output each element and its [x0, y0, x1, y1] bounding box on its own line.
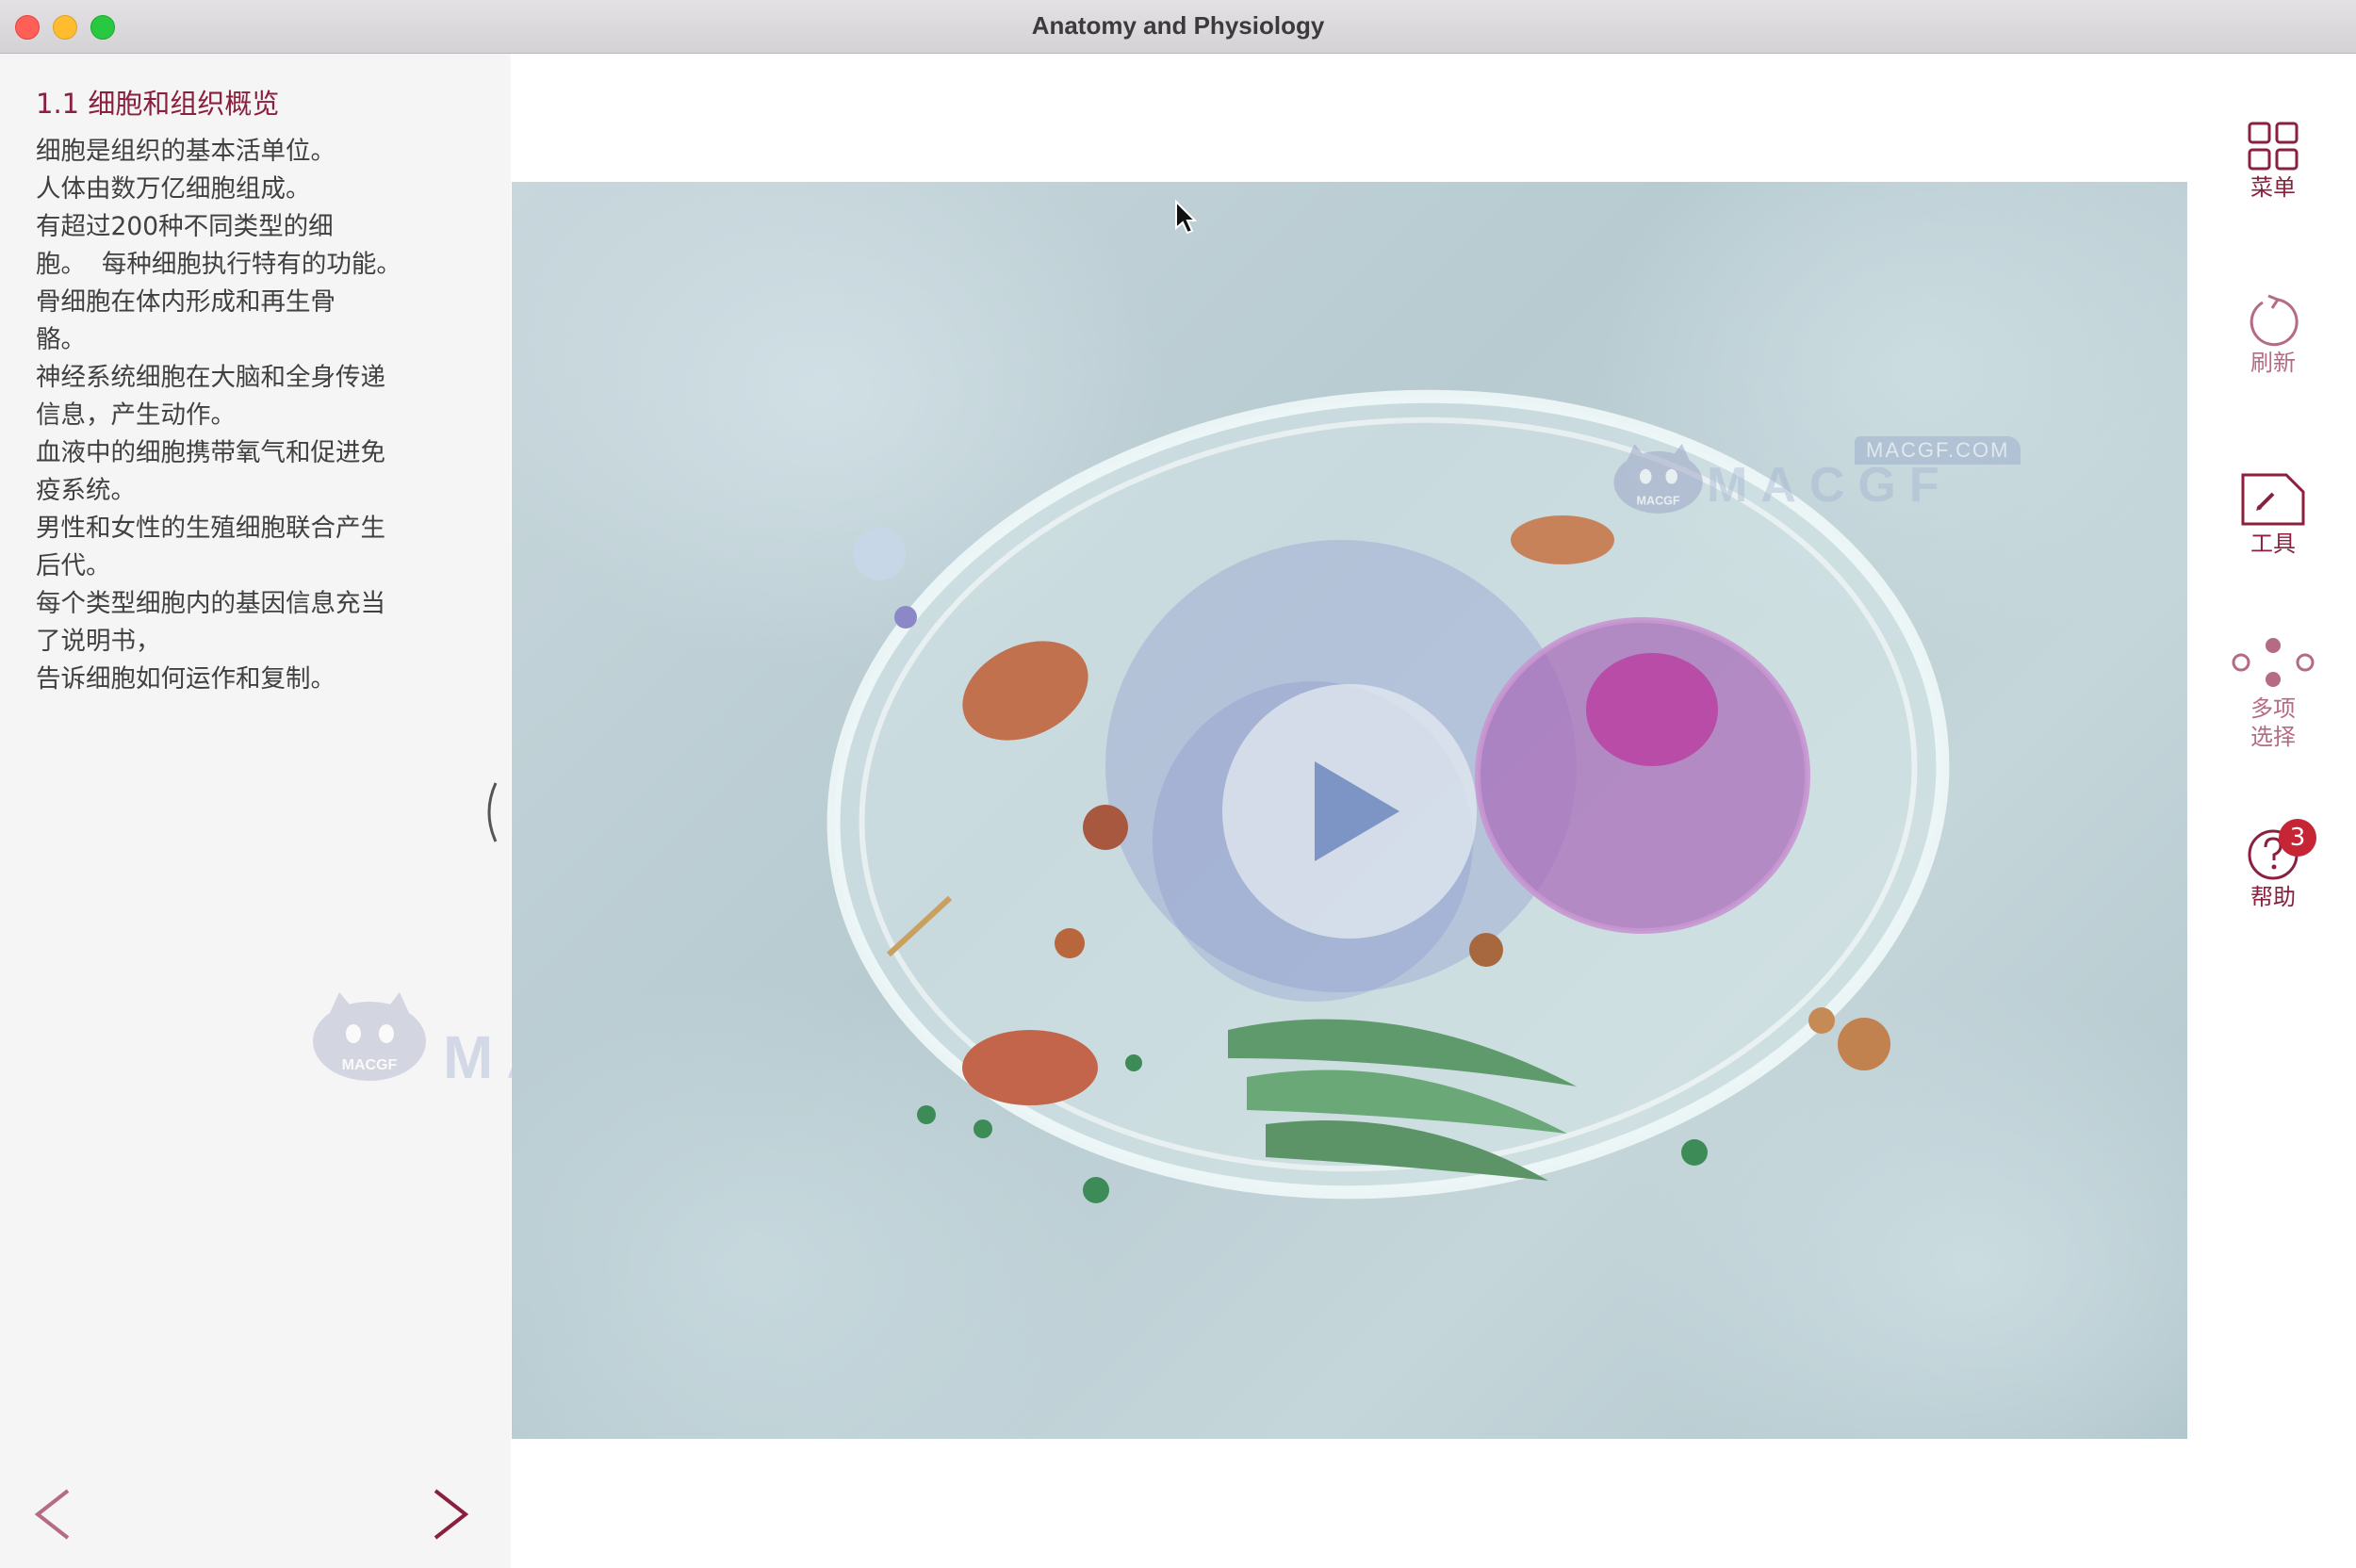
section-body: 细胞是组织的基本活单位。 人体由数万亿细胞组成。 有超过200种不同类型的细 胞… — [36, 133, 441, 698]
multi-select-icon — [2232, 638, 2315, 687]
watermark: MACGF MACGF.COM MACGF — [1605, 436, 2057, 549]
multi-select-label-1: 多项 — [2250, 695, 2296, 722]
refresh-button[interactable]: 刷新 — [2230, 292, 2316, 377]
mascot-logo-icon: MACGF — [1613, 444, 1703, 514]
collapse-sidebar-button[interactable] — [471, 775, 509, 850]
menu-label: 菜单 — [2250, 174, 2296, 201]
body-line: 骨细胞在体内形成和再生骨 — [36, 287, 335, 317]
section-title: 1.1 细胞和组织概览 — [36, 88, 280, 120]
mascot-label: MACGF — [1637, 495, 1680, 508]
watermark-brand: MACGF — [1707, 458, 1953, 513]
body-line: 了说明书， — [36, 627, 161, 656]
help-label: 帮助 — [2250, 884, 2296, 910]
mouse-pointer-icon — [1175, 200, 1197, 235]
svg-text:MACGF: MACGF — [342, 1057, 398, 1073]
collapse-chevron-icon — [487, 782, 498, 842]
body-line: 每个类型细胞内的基因信息充当 — [36, 589, 385, 618]
body-line: 有超过200种不同类型的细 — [36, 212, 334, 241]
previous-page-button[interactable] — [28, 1481, 85, 1547]
body-line: 信息，产生动作。 — [36, 400, 236, 430]
body-line: 人体由数万亿细胞组成。 — [36, 174, 311, 204]
body-line: 胞。 每种细胞执行特有的功能。 — [36, 250, 401, 279]
body-line: 后代。 — [36, 551, 111, 580]
play-icon — [1315, 761, 1399, 861]
text-sidebar: 1.1 细胞和组织概览 细胞是组织的基本活单位。 人体由数万亿细胞组成。 有超过… — [0, 54, 511, 1568]
refresh-icon — [2250, 294, 2299, 347]
help-notification-badge: 3 — [2279, 819, 2316, 857]
edit-document-icon — [2241, 473, 2305, 526]
body-line: 疫系统。 — [36, 476, 136, 505]
help-button[interactable]: 3 帮助 — [2230, 819, 2316, 911]
chevron-right-icon — [434, 1489, 469, 1540]
body-line: 血液中的细胞携带氧气和促进免 — [36, 438, 385, 467]
multi-select-button[interactable]: 多项 选择 — [2230, 636, 2316, 751]
window-title: Anatomy and Physiology — [1031, 11, 1325, 40]
body-line: 告诉细胞如何运作和复制。 — [36, 664, 335, 694]
chevron-left-icon — [34, 1489, 70, 1540]
title-bar: Anatomy and Physiology — [0, 0, 2356, 54]
refresh-label: 刷新 — [2250, 350, 2296, 376]
next-page-button[interactable] — [424, 1481, 481, 1547]
tools-button[interactable]: 工具 — [2230, 471, 2316, 558]
video-player[interactable]: MACGF MACGF.COM MACGF — [512, 182, 2187, 1439]
mascot-logo-icon: MACGF — [313, 992, 426, 1081]
body-line: 男性和女性的生殖细胞联合产生 — [36, 514, 385, 543]
multi-select-label-2: 选择 — [2250, 724, 2296, 750]
body-line: 骼。 — [36, 325, 86, 354]
body-line: 神经系统细胞在大脑和全身传递 — [36, 363, 385, 392]
tools-label: 工具 — [2250, 531, 2296, 557]
menu-button[interactable]: 菜单 — [2230, 121, 2316, 202]
grid-menu-icon — [2248, 122, 2299, 171]
body-line: 细胞是组织的基本活单位。 — [36, 137, 335, 166]
play-button[interactable] — [1222, 684, 1477, 939]
